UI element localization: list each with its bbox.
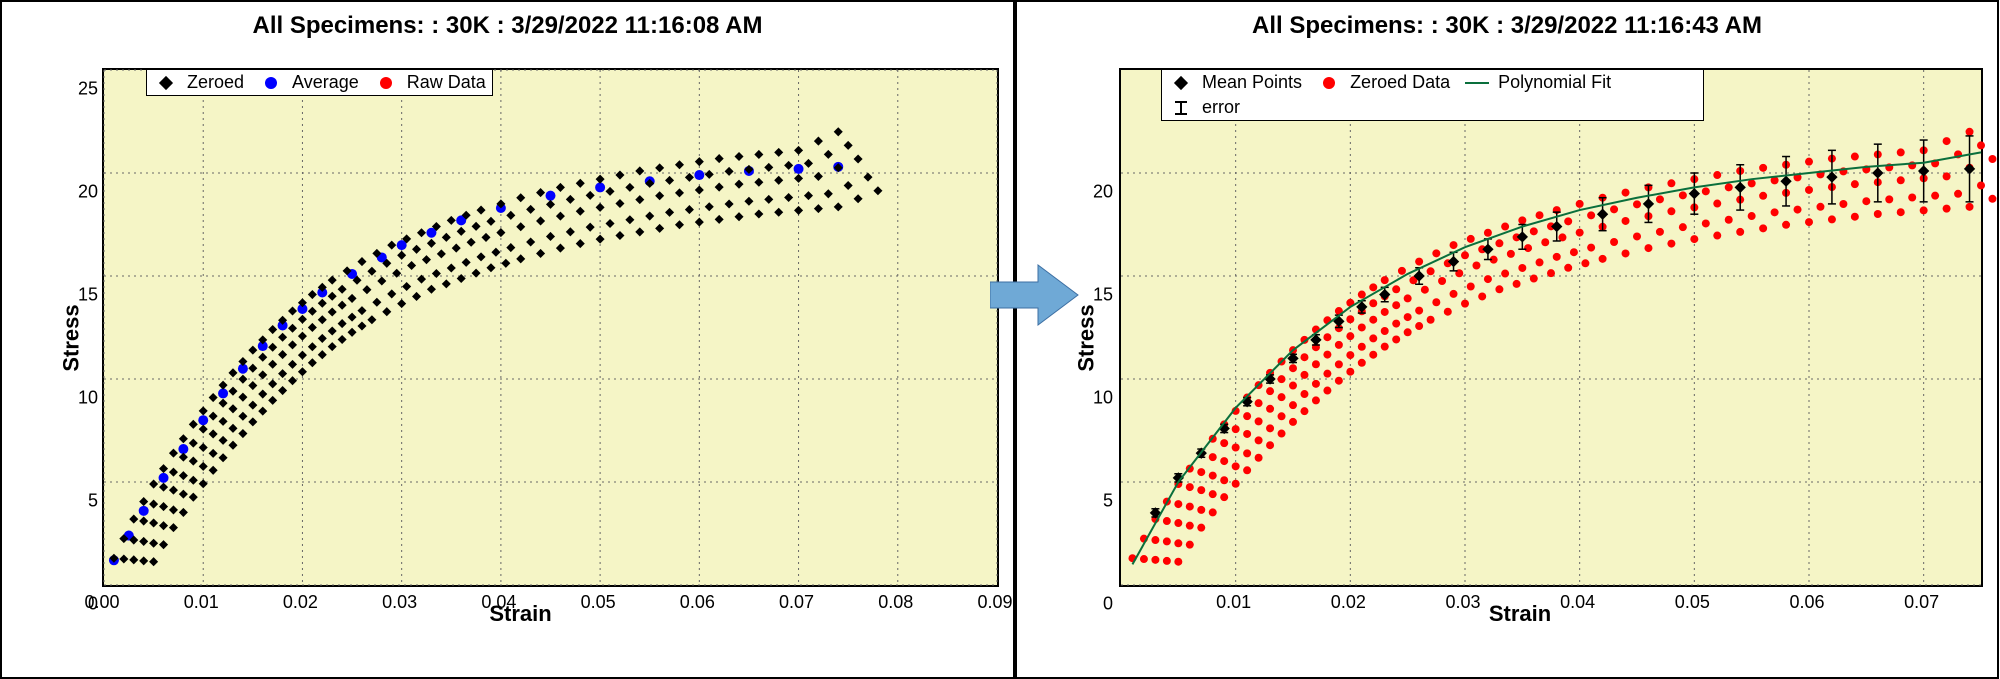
left-legend: Zeroed Average Raw Data: [146, 69, 493, 96]
legend-label-polyfit: Polynomial Fit: [1498, 72, 1611, 93]
right-legend: Mean Points Zeroed Data Polynomial Fit e…: [1161, 69, 1704, 121]
legend-item-zeroed: Zeroed: [153, 72, 244, 93]
legend-label-error: error: [1202, 97, 1240, 118]
legend-item-average: Average: [258, 72, 359, 93]
arrow-icon: [990, 260, 1080, 330]
legend-item-rawdata: Raw Data: [373, 72, 486, 93]
right-xlabel: Strain: [1489, 601, 1551, 627]
legend-label-rawdata: Raw Data: [407, 72, 486, 93]
left-plot-area[interactable]: Zeroed Average Raw Data: [102, 68, 999, 587]
error-bar-icon: [1180, 101, 1182, 115]
left-plot-wrap: Stress Strain Zeroed Average Raw Data: [42, 48, 999, 627]
left-data-svg: [104, 70, 997, 585]
legend-label-zeroed-data: Zeroed Data: [1350, 72, 1450, 93]
legend-item-zeroed-data: Zeroed Data: [1316, 72, 1450, 93]
legend-label-zeroed: Zeroed: [187, 72, 244, 93]
right-chart-title: All Specimens: : 30K : 3/29/2022 11:16:4…: [1017, 12, 1997, 40]
root: All Specimens: : 30K : 3/29/2022 11:16:0…: [0, 0, 2000, 679]
legend-label-average: Average: [292, 72, 359, 93]
legend-item-polyfit: Polynomial Fit: [1464, 72, 1611, 93]
right-chart-panel: All Specimens: : 30K : 3/29/2022 11:16:4…: [1015, 0, 1999, 679]
left-chart-title: All Specimens: : 30K : 3/29/2022 11:16:0…: [2, 12, 1013, 40]
left-ylabel: Stress: [59, 304, 85, 371]
legend-label-mean: Mean Points: [1202, 72, 1302, 93]
right-plot-area[interactable]: Mean Points Zeroed Data Polynomial Fit e…: [1119, 68, 1983, 587]
legend-item-error: error: [1168, 97, 1697, 118]
legend-item-mean: Mean Points: [1168, 72, 1302, 93]
left-chart-panel: All Specimens: : 30K : 3/29/2022 11:16:0…: [0, 0, 1015, 679]
right-data-svg: [1121, 70, 1981, 585]
right-plot-wrap: Stress Strain Mean Points Zeroed Data Po…: [1057, 48, 1983, 627]
